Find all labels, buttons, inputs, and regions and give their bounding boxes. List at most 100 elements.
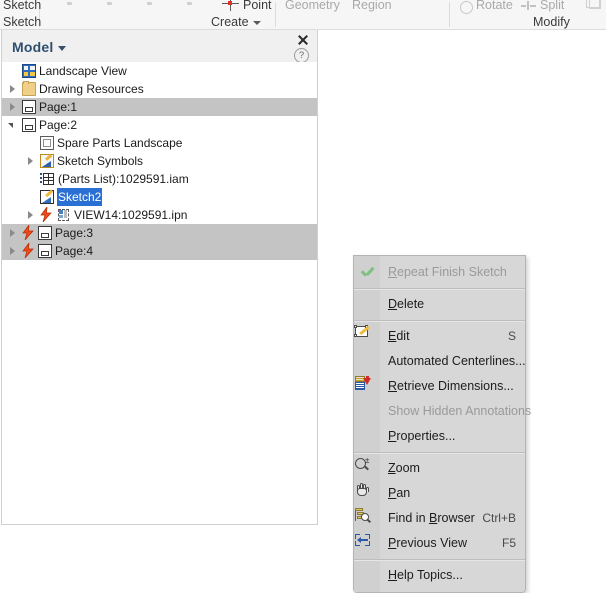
browser-title[interactable]: Model <box>12 39 67 55</box>
menu-separator <box>354 288 525 290</box>
ribbon-divider <box>275 2 276 27</box>
menu-item-label: Zoom <box>388 461 420 475</box>
tree-item-drawing-resources[interactable]: Drawing Resources <box>2 80 317 98</box>
expander-collapsed-icon[interactable] <box>26 211 35 220</box>
menu-item-label: Find in Browser <box>388 511 475 525</box>
tree-item-label: VIEW14:1029591.ipn <box>74 208 188 222</box>
split-icon[interactable] <box>521 1 536 10</box>
retrieve-dimensions-icon <box>355 376 371 390</box>
create-panel-text: Create <box>211 15 249 29</box>
menu-item-label: Retrieve Dimensions... <box>388 379 514 393</box>
menu-item-help-topics[interactable]: Help Topics... <box>354 563 525 588</box>
tree-item-sketch2[interactable]: Sketch2 <box>2 188 317 206</box>
previous-view-icon <box>355 534 370 546</box>
ribbon-toolbar: Sketch Sketch Point Create Geometry Regi… <box>0 0 606 30</box>
page-icon <box>38 244 52 258</box>
expander-collapsed-icon[interactable] <box>8 229 17 238</box>
menu-item-pan[interactable]: Pan <box>354 481 525 506</box>
sketch-panel-top-label[interactable]: Sketch <box>3 0 41 12</box>
page-icon <box>38 226 52 240</box>
menu-item-automated-centerlines[interactable]: Automated Centerlines... <box>354 349 526 374</box>
cut-off-tool-icon[interactable] <box>67 2 72 5</box>
expander-collapsed-icon[interactable] <box>8 103 17 112</box>
expander-collapsed-icon[interactable] <box>8 247 17 256</box>
expander-expanded-icon[interactable] <box>8 121 17 130</box>
cut-off-tool-icon[interactable] <box>107 2 112 5</box>
find-in-browser-icon <box>355 508 372 523</box>
menu-item-label: Previous View <box>388 536 467 550</box>
menu-item-properties[interactable]: Properties... <box>354 424 525 449</box>
model-tree[interactable]: Landscape View Drawing Resources Page:1 Pag… <box>2 62 317 524</box>
menu-item-label: Automated Centerlines... <box>388 354 526 368</box>
tree-item-label: Spare Parts Landscape <box>57 136 183 150</box>
help-icon[interactable]: ? <box>294 48 309 63</box>
zoom-icon: ± <box>355 457 370 472</box>
rotate-label[interactable]: Rotate <box>476 0 513 12</box>
folder-icon <box>22 81 36 96</box>
lightning-bolt-icon <box>40 207 52 222</box>
parts-list-icon <box>40 172 55 186</box>
tree-item-label: Page:3 <box>55 226 94 240</box>
menu-separator <box>354 320 525 322</box>
region-label[interactable]: Region <box>352 0 392 12</box>
tree-item-landscape-view[interactable]: Landscape View <box>2 62 317 80</box>
lightning-bolt-icon <box>22 225 34 240</box>
tree-item-label: Landscape View <box>39 64 127 78</box>
geometry-label[interactable]: Geometry <box>285 0 340 12</box>
cut-off-tool-icon[interactable] <box>147 2 152 5</box>
menu-item-retrieve-dimensions[interactable]: Retrieve Dimensions... <box>354 374 525 399</box>
chevron-down-icon[interactable] <box>252 20 261 25</box>
menu-item-label: Delete <box>388 297 425 311</box>
split-label[interactable]: Split <box>540 0 564 12</box>
tree-item-label: Drawing Resources <box>39 82 144 96</box>
tree-item-label: Page:2 <box>39 118 78 132</box>
menu-item-label: Help Topics... <box>388 568 463 582</box>
landscape-view-icon <box>22 64 36 78</box>
cut-off-tool-icon[interactable] <box>187 2 192 5</box>
tree-item-page-2[interactable]: Page:2 <box>2 116 317 134</box>
menu-item-previous-view[interactable]: Previous View F5 <box>354 531 525 556</box>
menu-item-label: Properties... <box>388 429 456 443</box>
tree-item-page-1[interactable]: Page:1 <box>2 98 317 116</box>
modify-panel-label: Modify <box>533 15 570 29</box>
expander-collapsed-icon[interactable] <box>26 157 35 166</box>
tree-item-label: Page:4 <box>55 244 94 258</box>
point-tool-label[interactable]: Point <box>243 0 272 12</box>
tree-item-parts-list-1029591-iam[interactable]: (Parts List):1029591.iam <box>2 170 317 188</box>
model-browser-panel: Model ? Landscape View Drawing Resources P… <box>1 30 318 525</box>
point-icon[interactable] <box>222 0 239 11</box>
tree-item-spare-parts-landscape[interactable]: Spare Parts Landscape <box>2 134 317 152</box>
context-menu[interactable]: Repeat Finish Sketch Delete Edit S Automated… <box>353 255 531 593</box>
menu-item-delete[interactable]: Delete <box>354 292 525 317</box>
tree-item-sketch-symbols[interactable]: Sketch Symbols <box>2 152 317 170</box>
tree-item-label: Page:1 <box>39 100 78 114</box>
browser-title-text: Model <box>12 39 54 55</box>
pan-hand-icon <box>355 483 370 497</box>
create-panel-label[interactable]: Create <box>211 15 261 29</box>
menu-item-shortcut: F5 <box>501 536 516 550</box>
page-icon <box>22 118 36 132</box>
edit-sketch-icon <box>354 325 370 339</box>
tree-item-page-4[interactable]: Page:4 <box>2 242 317 260</box>
page-icon <box>22 100 36 114</box>
menu-item-find-in-browser[interactable]: Find in Browser Ctrl+B <box>354 506 525 531</box>
border-icon <box>40 136 54 150</box>
menu-item-label: Edit <box>388 329 410 343</box>
rotate-icon[interactable] <box>460 1 473 14</box>
check-icon <box>359 264 376 281</box>
sketch-panel-label: Sketch <box>3 15 42 29</box>
menu-item-zoom[interactable]: ± Zoom <box>354 456 525 481</box>
menu-item-label: Show Hidden Annotations <box>388 404 532 418</box>
tree-item-page-3[interactable]: Page:3 <box>2 224 317 242</box>
menu-item-label: Repeat Finish Sketch <box>388 265 507 279</box>
menu-item-label: Pan <box>388 486 411 500</box>
chevron-down-icon[interactable] <box>58 45 67 51</box>
close-icon[interactable] <box>296 33 310 47</box>
menu-item-shortcut: Ctrl+B <box>482 511 516 525</box>
tree-item-label: (Parts List):1029591.iam <box>58 172 189 186</box>
trim-extend-icon[interactable] <box>584 0 602 18</box>
menu-item-edit[interactable]: Edit S <box>354 324 525 349</box>
expander-collapsed-icon[interactable] <box>8 85 17 94</box>
menu-separator <box>354 452 525 454</box>
tree-item-view14-1029591-ipn[interactable]: VIEW14:1029591.ipn <box>2 206 317 224</box>
